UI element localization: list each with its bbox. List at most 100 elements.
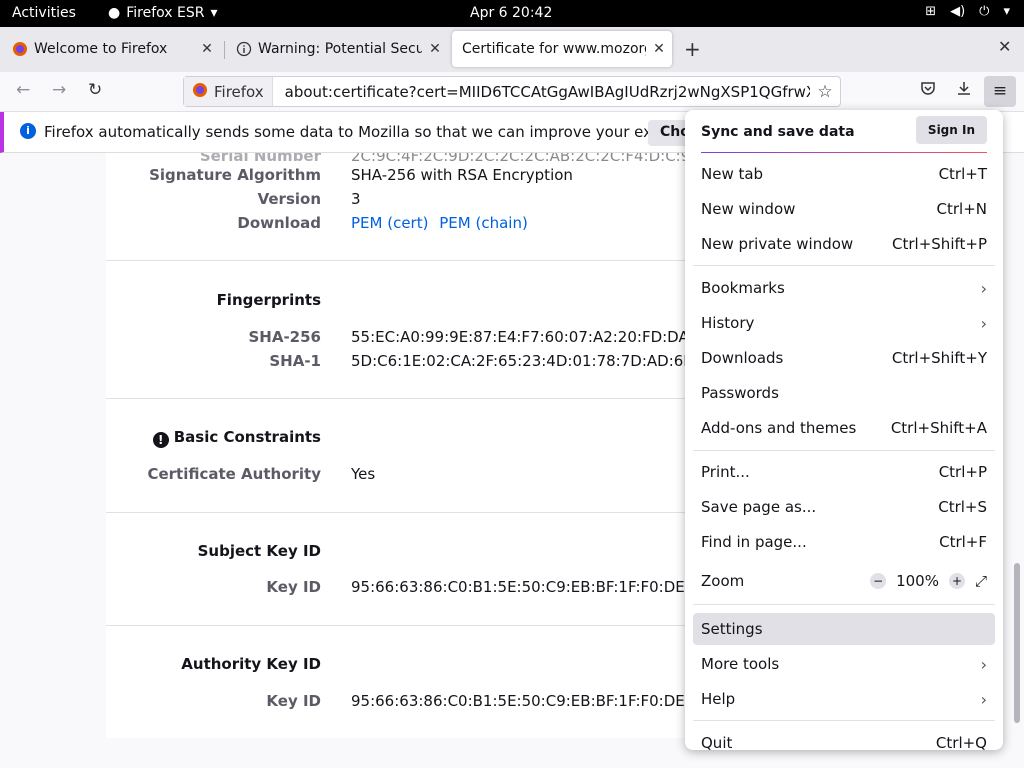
menu-item-shortcut: Ctrl+P bbox=[938, 463, 987, 481]
firefox-icon: ● bbox=[108, 5, 121, 21]
row-label: Version bbox=[257, 190, 321, 208]
row-label: SHA-1 bbox=[269, 352, 321, 370]
tab-warning[interactable]: Warning: Potential Securi ✕ bbox=[226, 31, 448, 67]
sync-header: Sync and save data bbox=[701, 124, 855, 140]
tab-strip: Welcome to Firefox ✕ Warning: Potential … bbox=[0, 27, 1024, 72]
system-tray[interactable]: ⊞ ◀) ⏻ ▾ bbox=[925, 4, 1010, 19]
chevron-down-icon: ▾ bbox=[210, 5, 218, 21]
sign-in-button[interactable]: Sign In bbox=[915, 116, 987, 144]
menu-item-save-page[interactable]: Save page as... Ctrl+S bbox=[693, 491, 995, 523]
fullscreen-icon[interactable]: ⤢ bbox=[975, 572, 987, 590]
menu-item-downloads[interactable]: Downloads Ctrl+Shift+Y bbox=[693, 342, 995, 374]
menu-item-label: Zoom bbox=[701, 572, 745, 590]
row-value: 95:66:63:86:C0:B1:5E:50:C9:EB:BF:1F:F0:D… bbox=[351, 692, 716, 710]
notification-message: Firefox automatically sends some data to… bbox=[44, 123, 723, 141]
menu-item-label: New window bbox=[701, 200, 796, 218]
tab-certificate[interactable]: Certificate for www.mozorg.ad ✕ bbox=[452, 31, 672, 67]
divider bbox=[106, 398, 726, 399]
menu-item-settings[interactable]: Settings bbox=[693, 613, 995, 645]
pem-cert-link[interactable]: PEM (cert) bbox=[351, 214, 428, 232]
zoom-level[interactable]: 100% bbox=[896, 572, 939, 590]
tab-welcome[interactable]: Welcome to Firefox ✕ bbox=[2, 31, 220, 67]
menu-item-help[interactable]: Help › bbox=[693, 683, 995, 715]
menu-item-bookmarks[interactable]: Bookmarks › bbox=[693, 272, 995, 304]
row-value: 95:66:63:86:C0:B1:5E:50:C9:EB:BF:1F:F0:D… bbox=[351, 578, 716, 596]
section-fingerprints: Fingerprints bbox=[106, 291, 351, 309]
close-icon[interactable]: ✕ bbox=[194, 41, 220, 57]
app-menu[interactable]: ● Firefox ESR ▾ bbox=[108, 5, 218, 21]
back-arrow-icon[interactable]: ← bbox=[16, 80, 30, 100]
cert-row-sha256: SHA-256 55:EC:A0:99:9E:87:E4:F7:60:07:A2… bbox=[106, 328, 715, 346]
reload-icon[interactable]: ↻ bbox=[88, 80, 102, 100]
menu-item-quit[interactable]: Quit Ctrl+Q bbox=[693, 727, 995, 750]
menu-separator bbox=[693, 265, 995, 266]
chevron-down-icon: ▾ bbox=[1003, 4, 1010, 19]
menu-item-shortcut: Ctrl+Shift+A bbox=[890, 419, 987, 437]
identity-box[interactable]: Firefox bbox=[184, 77, 273, 106]
close-window-icon[interactable]: ✕ bbox=[998, 37, 1011, 56]
new-tab-plus-icon[interactable]: + bbox=[684, 37, 701, 61]
tab-separator bbox=[224, 41, 225, 59]
close-icon[interactable]: ✕ bbox=[422, 41, 448, 57]
menu-item-label: New private window bbox=[701, 235, 854, 253]
firefox-icon bbox=[12, 41, 28, 57]
menu-item-history[interactable]: History › bbox=[693, 307, 995, 339]
url-bar[interactable]: Firefox about:certificate?cert=MIID6TCCA… bbox=[183, 76, 841, 107]
menu-item-new-window[interactable]: New window Ctrl+N bbox=[693, 193, 995, 225]
menu-item-find[interactable]: Find in page... Ctrl+F bbox=[693, 526, 995, 558]
menu-item-shortcut: Ctrl+S bbox=[938, 498, 987, 516]
downloads-icon[interactable] bbox=[956, 80, 972, 100]
bookmark-star-icon[interactable]: ☆ bbox=[810, 82, 840, 102]
cert-row-serial: Serial Number 2C:9C:4F:2C:9D:2C:2C:2C:AB… bbox=[106, 153, 726, 165]
menu-item-more-tools[interactable]: More tools › bbox=[693, 648, 995, 680]
menu-item-zoom: Zoom − 100% + ⤢ bbox=[693, 565, 995, 597]
menu-item-shortcut: Ctrl+F bbox=[939, 533, 987, 551]
section-title: Fingerprints bbox=[216, 291, 321, 309]
critical-warning-icon: ! bbox=[152, 432, 169, 448]
menu-item-passwords[interactable]: Passwords bbox=[693, 377, 995, 409]
row-label: Signature Algorithm bbox=[149, 166, 321, 184]
menu-item-new-tab[interactable]: New tab Ctrl+T bbox=[693, 158, 995, 190]
divider bbox=[106, 260, 726, 261]
scrollbar-thumb[interactable] bbox=[1014, 563, 1020, 723]
row-value: Yes bbox=[351, 465, 376, 483]
cert-row-sha1: SHA-1 5D:C6:1E:02:CA:2F:65:23:4D:01:78:7… bbox=[106, 352, 724, 370]
divider bbox=[106, 625, 726, 626]
section-basic-constraints: ! Basic Constraints bbox=[106, 428, 351, 448]
page-scrollbar[interactable] bbox=[1012, 153, 1022, 768]
cert-row-subject-key-id: Key ID 95:66:63:86:C0:B1:5E:50:C9:EB:BF:… bbox=[106, 578, 716, 596]
menu-item-label: New tab bbox=[701, 165, 764, 183]
row-value: 55:EC:A0:99:9E:87:E4:F7:60:07:A2:20:FD:D… bbox=[351, 328, 715, 346]
menu-item-print[interactable]: Print... Ctrl+P bbox=[693, 456, 995, 488]
menu-item-label: Print... bbox=[701, 463, 750, 481]
menu-item-label: Save page as... bbox=[701, 498, 817, 516]
chevron-right-icon: › bbox=[980, 278, 987, 298]
close-icon[interactable]: ✕ bbox=[646, 41, 672, 57]
pocket-icon[interactable] bbox=[920, 80, 936, 100]
menu-item-new-private-window[interactable]: New private window Ctrl+Shift+P bbox=[693, 228, 995, 260]
url-text[interactable]: about:certificate?cert=MIID6TCCAtGgAwIBA… bbox=[273, 83, 810, 101]
pem-chain-link[interactable]: PEM (chain) bbox=[439, 214, 528, 232]
cert-row-ca: Certificate Authority Yes bbox=[106, 465, 375, 483]
row-value: SHA-256 with RSA Encryption bbox=[351, 166, 573, 184]
firefox-icon bbox=[192, 82, 208, 102]
network-icon: ⊞ bbox=[925, 4, 937, 19]
identity-label: Firefox bbox=[214, 82, 264, 101]
divider bbox=[106, 512, 726, 513]
hamburger-menu-icon[interactable]: ≡ bbox=[984, 76, 1016, 107]
zoom-out-minus-icon[interactable]: − bbox=[870, 573, 887, 589]
activities-button[interactable]: Activities bbox=[12, 5, 76, 21]
section-title: Subject Key ID bbox=[197, 542, 321, 560]
chevron-right-icon: › bbox=[980, 313, 987, 333]
forward-arrow-icon[interactable]: → bbox=[52, 80, 66, 100]
chevron-right-icon: › bbox=[980, 689, 987, 709]
clock[interactable]: Apr 6 20:42 bbox=[470, 5, 552, 21]
menu-item-shortcut: Ctrl+N bbox=[936, 200, 987, 218]
zoom-in-plus-icon[interactable]: + bbox=[948, 573, 965, 589]
menu-item-label: Find in page... bbox=[701, 533, 807, 551]
row-value: 3 bbox=[351, 190, 361, 208]
section-title: Authority Key ID bbox=[181, 655, 321, 673]
menu-item-shortcut: Ctrl+Shift+P bbox=[892, 235, 987, 253]
app-name: Firefox ESR bbox=[126, 5, 205, 21]
menu-item-addons[interactable]: Add-ons and themes Ctrl+Shift+A bbox=[693, 412, 995, 444]
